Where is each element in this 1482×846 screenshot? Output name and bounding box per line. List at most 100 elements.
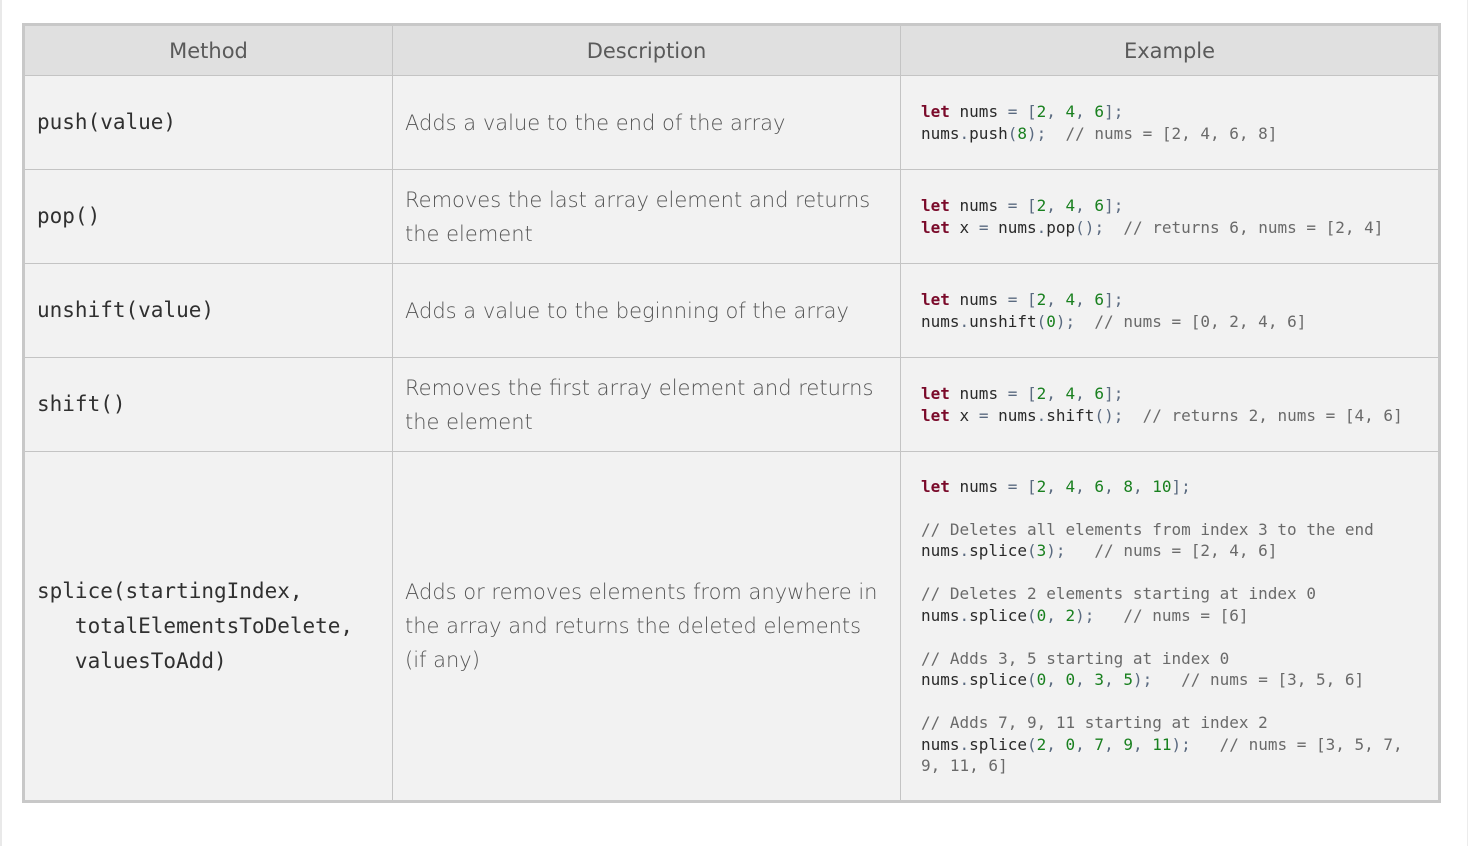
code-token: = xyxy=(1007,384,1018,403)
code-keyword: let xyxy=(921,290,950,309)
array-methods-table: Method Description Example push(value) A… xyxy=(22,23,1441,803)
code-token: nums xyxy=(988,405,1037,425)
code-number: 0 xyxy=(1046,311,1056,331)
code-number: 8 xyxy=(1123,476,1133,496)
code-token: , xyxy=(1046,102,1066,121)
code-token: ]; xyxy=(1171,476,1191,496)
code-token: , xyxy=(1075,670,1095,689)
code-token: unshift xyxy=(969,311,1037,331)
code-token: nums xyxy=(921,605,960,625)
code-comment: // nums = [3, 5, 6] xyxy=(1152,670,1365,689)
code-number: 2 xyxy=(1036,384,1047,403)
method-description: Adds a value to the end of the array xyxy=(392,75,901,170)
table-row-splice: splice(startingIndex, totalElementsToDel… xyxy=(23,451,1440,802)
code-token: x xyxy=(949,405,979,425)
code-token: , xyxy=(1075,476,1095,496)
code-comment: // returns 6, nums = [2, 4] xyxy=(1104,217,1384,237)
code-example: let nums = [2, 4, 6]; let x = nums.pop()… xyxy=(921,195,1418,238)
code-comment: // nums = [2, 4, 6] xyxy=(1065,541,1278,560)
method-name: pop() xyxy=(23,169,393,264)
code-comment: // returns 2, nums = [4, 6] xyxy=(1123,405,1403,425)
table-row-push: push(value) Adds a value to the end of t… xyxy=(23,75,1440,170)
code-token: nums xyxy=(921,123,960,143)
header-method: Method xyxy=(23,24,393,76)
code-token: splice xyxy=(969,734,1027,754)
code-token: , xyxy=(1046,605,1066,625)
code-number: 6 xyxy=(1094,476,1105,496)
method-example: let nums = [2, 4, 6]; let x = nums.shift… xyxy=(900,357,1440,452)
code-token: . xyxy=(959,670,970,689)
code-number: 2 xyxy=(1036,476,1047,496)
code-token: (); xyxy=(1094,405,1124,425)
code-token: nums xyxy=(921,734,960,754)
code-token: . xyxy=(959,734,970,754)
code-number: 4 xyxy=(1065,290,1076,309)
code-example: let nums = [2, 4, 6]; let x = nums.shift… xyxy=(921,383,1418,426)
code-token: nums xyxy=(949,102,1008,121)
code-token: ( xyxy=(1007,123,1018,143)
code-token: = xyxy=(1007,476,1018,496)
method-name: unshift(value) xyxy=(23,263,393,358)
code-token: , xyxy=(1132,734,1153,754)
code-token: ]; xyxy=(1104,384,1124,403)
code-token: ( xyxy=(1026,541,1037,560)
method-name: splice(startingIndex, totalElementsToDel… xyxy=(23,451,393,802)
code-number: 6 xyxy=(1094,196,1105,215)
code-number: 10 xyxy=(1152,476,1172,496)
code-token: , xyxy=(1075,102,1095,121)
code-number: 0 xyxy=(1065,734,1076,754)
code-number: 7 xyxy=(1094,734,1105,754)
code-token: nums xyxy=(949,384,1008,403)
code-token: . xyxy=(1036,217,1047,237)
code-comment: 9, 11, 6] xyxy=(921,756,1008,775)
code-keyword: let xyxy=(921,196,950,215)
code-token: [ xyxy=(1017,476,1037,496)
code-number: 4 xyxy=(1065,102,1076,121)
code-comment: // Adds 3, 5 starting at index 0 xyxy=(921,648,1230,668)
code-number: 0 xyxy=(1065,670,1076,689)
page-edge-left xyxy=(0,0,2,846)
code-number: 6 xyxy=(1094,102,1105,121)
code-token: = xyxy=(1007,290,1018,309)
code-comment: // nums = [3, 5, 7, xyxy=(1190,734,1403,754)
code-token: = xyxy=(1007,196,1018,215)
code-number: 2 xyxy=(1065,605,1076,625)
code-token: , xyxy=(1075,384,1095,403)
code-token: . xyxy=(1036,405,1047,425)
code-token: splice xyxy=(969,670,1027,689)
code-token: ( xyxy=(1026,734,1037,754)
code-token: . xyxy=(959,311,970,331)
page-edge-right xyxy=(1467,0,1468,846)
code-token: = xyxy=(978,217,989,237)
code-token: ); xyxy=(1075,605,1095,625)
code-token: , xyxy=(1046,476,1066,496)
code-keyword: let xyxy=(921,384,950,403)
code-number: 0 xyxy=(1036,670,1047,689)
code-token: = xyxy=(1007,102,1018,121)
method-description: Removes the last array element and retur… xyxy=(392,169,901,264)
code-keyword: let xyxy=(921,405,950,425)
method-example: let nums = [2, 4, 6]; nums.unshift(0); /… xyxy=(900,263,1440,358)
header-row: Method Description Example xyxy=(23,24,1440,76)
code-number: 4 xyxy=(1065,384,1076,403)
code-number: 6 xyxy=(1094,384,1105,403)
code-token: [ xyxy=(1017,196,1037,215)
code-number: 4 xyxy=(1065,476,1076,496)
code-token: . xyxy=(959,541,970,560)
code-token: , xyxy=(1104,476,1124,496)
code-token: shift xyxy=(1046,405,1095,425)
code-example: let nums = [2, 4, 6]; nums.unshift(0); /… xyxy=(921,289,1418,332)
method-example: let nums = [2, 4, 6, 8, 10]; // Deletes … xyxy=(900,451,1440,802)
code-comment: // Adds 7, 9, 11 starting at index 2 xyxy=(921,713,1268,732)
code-token: , xyxy=(1046,196,1066,215)
code-token: , xyxy=(1046,670,1066,689)
code-token: x xyxy=(949,217,979,237)
code-token: . xyxy=(959,605,970,625)
code-token: ( xyxy=(1026,670,1037,689)
code-number: 3 xyxy=(1036,541,1047,560)
code-token: nums xyxy=(949,476,1008,496)
code-keyword: let xyxy=(921,217,950,237)
code-number: 4 xyxy=(1065,196,1076,215)
header-description: Description xyxy=(392,24,901,76)
code-comment: // nums = [2, 4, 6, 8] xyxy=(1046,123,1278,143)
